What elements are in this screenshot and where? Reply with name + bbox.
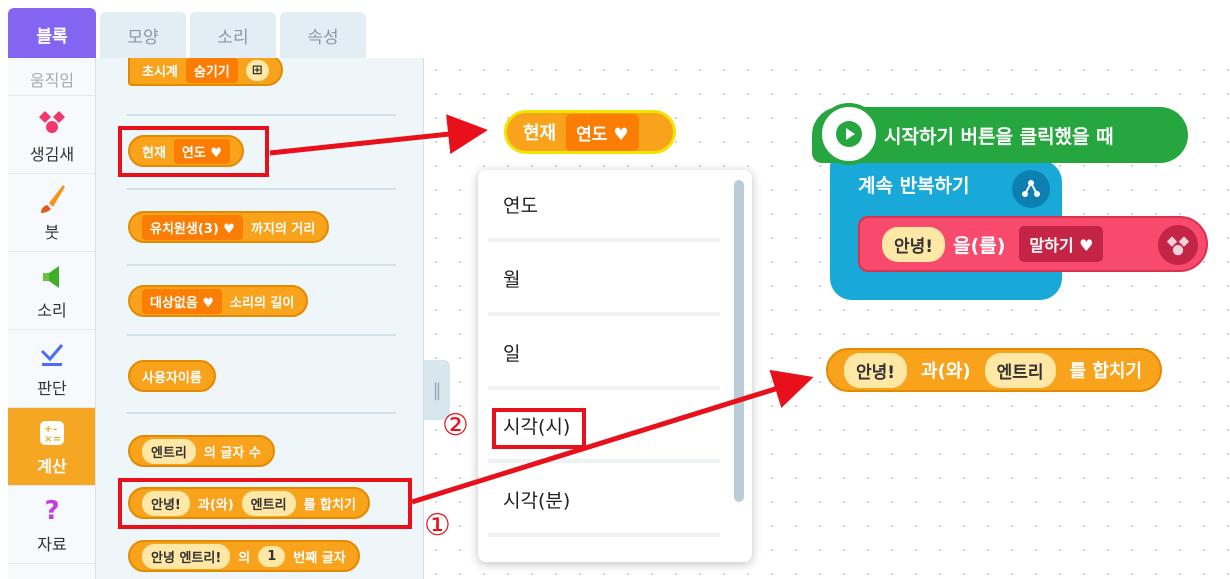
block-label: 사용자이름 — [142, 370, 202, 386]
block-label: 을(를) — [953, 234, 1006, 257]
timer-dropdown[interactable]: 숨기기 — [185, 58, 238, 83]
tab-sounds[interactable]: 소리 — [190, 12, 276, 58]
highlight-current-block — [118, 126, 269, 177]
block-label: 번째 글자 — [293, 550, 346, 566]
text-length-block[interactable]: 엔트리 의 글자 수 — [128, 435, 275, 467]
separator — [126, 264, 396, 266]
tab-blocks[interactable]: 블록 — [8, 8, 96, 60]
category-label: 생김새 — [29, 144, 75, 164]
sound-length-block[interactable]: 대상없음 ♥ 소리의 길이 — [128, 285, 309, 317]
separator — [126, 334, 396, 336]
say-block[interactable]: 안녕! 을(를) 말하기 ♥ — [858, 216, 1208, 272]
nth-char-block[interactable]: 안녕 엔트리! 의 1 번째 글자 — [128, 540, 360, 572]
block-label: 시작하기 버튼을 클릭했을 때 — [884, 125, 1114, 148]
number-input[interactable]: 1 — [258, 545, 286, 567]
distance-dropdown[interactable]: 유치원생(3) ♥ — [142, 214, 243, 240]
category-sidebar: 움직임 생김새 붓 소리 판단 + - × = 계산 ? 자료 — [8, 58, 96, 579]
text-input[interactable]: 안녕! — [844, 352, 908, 388]
tab-shapes[interactable]: 모양 — [100, 12, 186, 58]
speaker-icon — [36, 261, 68, 293]
timer-block[interactable]: 초시계 숨기기 ⊞ — [128, 58, 283, 86]
category-data[interactable]: ? 자료 — [8, 486, 95, 564]
text-input[interactable]: 안녕 엔트리! — [142, 543, 231, 569]
say-dropdown[interactable]: 말하기 ♥ — [1019, 226, 1104, 262]
tab-properties[interactable]: 속성 — [280, 12, 366, 58]
calc-icon: ⊞ — [245, 59, 269, 81]
question-icon: ? — [44, 495, 60, 526]
separator — [126, 412, 396, 414]
category-calc[interactable]: + - × = 계산 — [8, 408, 95, 486]
category-sound[interactable]: 소리 — [8, 252, 95, 330]
category-label: 자료 — [37, 534, 67, 554]
category-brush[interactable]: 붓 — [8, 174, 95, 252]
category-label: 소리 — [37, 300, 67, 320]
say-text-input[interactable]: 안녕! — [882, 226, 946, 262]
block-label: 현재 — [523, 123, 557, 144]
dropdown-item[interactable]: 시각(분) — [488, 465, 720, 537]
block-label: 과(와) — [921, 361, 971, 382]
category-judge[interactable]: 판단 — [8, 330, 95, 408]
dropdown-menu: 연도 월 일 시각(시) 시각(분) — [478, 170, 752, 562]
category-label: 붓 — [44, 222, 60, 242]
brush-icon — [36, 183, 68, 215]
block-label: 초시계 — [142, 64, 178, 80]
text-input[interactable]: 엔트리 — [984, 352, 1056, 388]
svg-text:×: × — [44, 434, 52, 445]
category-label: 계산 — [37, 456, 67, 476]
category-label: 움직임 — [29, 70, 75, 90]
loop-icon — [1012, 170, 1050, 208]
block-label: 의 — [238, 550, 251, 566]
check-icon — [36, 339, 68, 371]
category-motion[interactable]: 움직임 — [8, 58, 95, 96]
username-block[interactable]: 사용자이름 — [128, 360, 216, 392]
looks-icon — [36, 105, 68, 137]
start-block[interactable]: 시작하기 버튼을 클릭했을 때 — [812, 103, 1188, 165]
play-icon — [818, 103, 880, 165]
block-label: 를 합치기 — [1069, 361, 1143, 382]
category-label: 판단 — [37, 378, 67, 398]
looks-icon — [1158, 225, 1198, 265]
text-input[interactable]: 엔트리 — [142, 438, 196, 464]
step-one-marker: ① — [424, 508, 451, 543]
tab-bar: 블록 모양 소리 속성 — [0, 0, 1230, 60]
ws-current-block[interactable]: 현재 연도 ♥ — [504, 110, 676, 154]
dropdown-item[interactable]: 월 — [488, 244, 720, 316]
highlight-join-block — [118, 478, 412, 529]
dropdown-item[interactable]: 연도 — [488, 170, 720, 242]
ws-join-block[interactable]: 안녕! 과(와) 엔트리 를 합치기 — [826, 348, 1163, 392]
category-looks[interactable]: 생김새 — [8, 96, 95, 174]
step-two-marker: ② — [442, 408, 469, 443]
separator — [126, 114, 396, 116]
loop-label: 계속 반복하기 — [858, 175, 970, 197]
calculator-icon: + - × = — [36, 417, 68, 449]
block-label: 소리의 길이 — [230, 295, 295, 311]
separator — [126, 188, 396, 190]
block-label: 까지의 거리 — [250, 221, 316, 237]
dropdown-item[interactable]: 일 — [488, 318, 720, 390]
highlight-hour-item — [492, 408, 586, 449]
scrollbar[interactable] — [734, 180, 744, 502]
sound-dropdown[interactable]: 대상없음 ♥ — [142, 288, 223, 314]
distance-block[interactable]: 유치원생(3) ♥ 까지의 거리 — [128, 211, 330, 243]
ws-current-dropdown[interactable]: 연도 ♥ — [566, 113, 639, 151]
block-label: 의 글자 수 — [203, 445, 261, 461]
svg-text:=: = — [53, 434, 61, 445]
